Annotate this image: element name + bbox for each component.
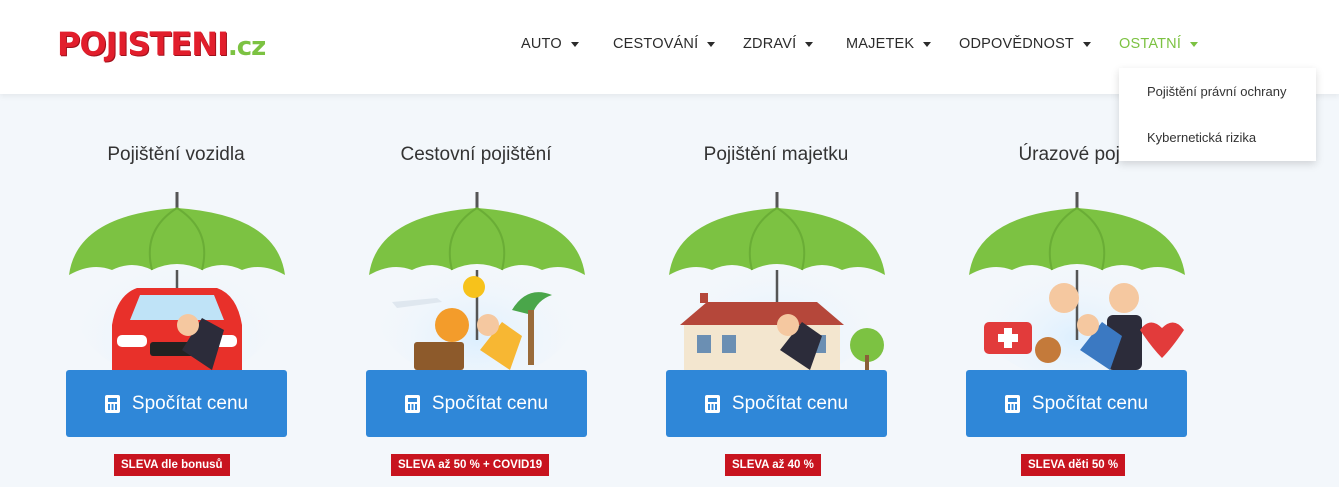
calculator-icon bbox=[1004, 394, 1020, 413]
chevron-down-icon bbox=[923, 41, 932, 47]
calculate-price-button-travel[interactable]: Spočítat cenu bbox=[366, 370, 587, 437]
nav-item-auto[interactable]: AUTO bbox=[521, 36, 579, 52]
site-logo[interactable]: POJISTENI.cz bbox=[57, 22, 266, 69]
nav-item-odpovednost[interactable]: ODPOVĚDNOST bbox=[959, 36, 1091, 52]
discount-badge-accident: SLEVA děti 50 % bbox=[1021, 454, 1126, 476]
discount-badge-vehicle: SLEVA dle bonusů bbox=[114, 454, 230, 476]
calculator-icon bbox=[104, 394, 120, 413]
dropdown-item-pravni-ochrana[interactable]: Pojištění právní ochrany bbox=[1147, 84, 1286, 99]
discount-badge-property: SLEVA až 40 % bbox=[725, 454, 821, 476]
nav-item-majetek[interactable]: MAJETEK bbox=[846, 36, 932, 52]
nav-item-zdravi[interactable]: ZDRAVÍ bbox=[743, 36, 814, 52]
umbrella-health-icon bbox=[969, 192, 1185, 370]
umbrella-car-icon bbox=[69, 192, 285, 370]
card-title-vehicle: Pojištění vozidla bbox=[107, 144, 245, 165]
discount-badge-travel: SLEVA až 50 % + COVID19 bbox=[391, 454, 550, 476]
nav-item-cestovani[interactable]: CESTOVÁNÍ bbox=[613, 36, 716, 52]
calculate-price-button-vehicle[interactable]: Spočítat cenu bbox=[66, 370, 287, 437]
umbrella-house-icon bbox=[669, 192, 885, 370]
chevron-down-icon bbox=[805, 41, 814, 47]
chevron-down-icon bbox=[1083, 41, 1091, 47]
chevron-down-icon bbox=[707, 41, 716, 47]
card-title-property: Pojištění majetku bbox=[703, 144, 849, 165]
chevron-down-icon bbox=[570, 41, 579, 47]
calculator-icon bbox=[404, 394, 420, 413]
calculate-price-button-accident[interactable]: Spočítat cenu bbox=[966, 370, 1187, 437]
calculator-icon bbox=[704, 394, 720, 413]
calculate-price-button-property[interactable]: Spočítat cenu bbox=[666, 370, 887, 437]
card-title-travel: Cestovní pojištění bbox=[400, 144, 552, 165]
dropdown-item-kyberneticka-rizika[interactable]: Kybernetická rizika bbox=[1147, 130, 1256, 145]
nav-dropdown-ostatni: Pojištění právní ochrany Kybernetická ri… bbox=[1119, 68, 1316, 161]
nav-item-ostatni[interactable]: OSTATNÍ bbox=[1119, 36, 1199, 52]
umbrella-travel-icon bbox=[369, 192, 585, 370]
chevron-down-icon bbox=[1190, 41, 1199, 47]
